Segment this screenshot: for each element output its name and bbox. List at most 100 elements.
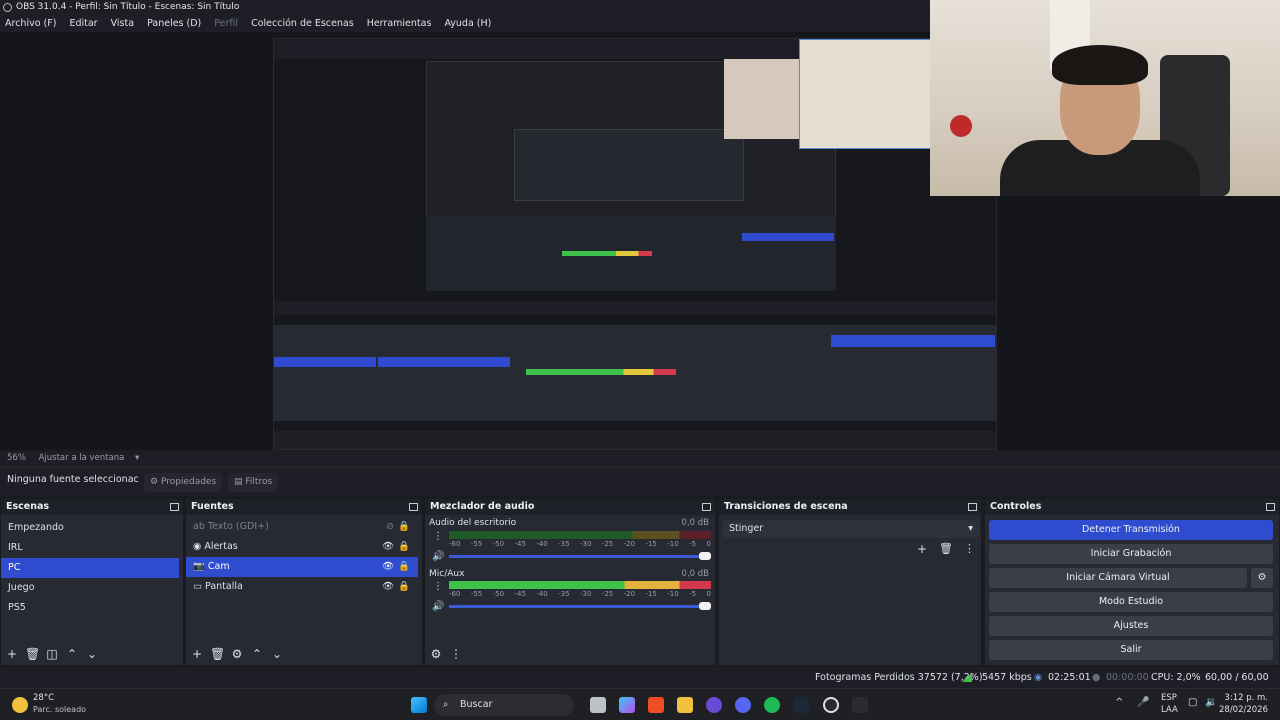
clock-time[interactable]: 3:12 p. m. (1224, 693, 1268, 703)
source-item-alertas[interactable]: ◉ Alertas 👁 🔒 (186, 537, 422, 557)
menu-vista[interactable]: Vista (111, 15, 134, 32)
search-icon: ⌕ (443, 699, 449, 710)
scenes-dock: Escenas Empezando IRL PC Juego PS5 + 🗑 ◫… (0, 498, 184, 666)
source-toolbar: Ninguna fuente seleccionac ⚙ Propiedades… (0, 466, 1280, 496)
undock-icon[interactable] (968, 503, 977, 511)
volume-icon[interactable]: 🔉 (1205, 697, 1217, 708)
scene-item-empezando[interactable]: Empezando (1, 518, 183, 538)
level-meter-mic (449, 581, 711, 589)
scene-item-irl[interactable]: IRL (1, 538, 183, 558)
speaker-icon[interactable]: 🔊 (432, 551, 444, 562)
zoom-mode[interactable]: Ajustar a la ventana (39, 453, 125, 463)
record-time: 00:00:00 (1106, 672, 1149, 683)
menu-coleccion-escenas[interactable]: Colección de Escenas (251, 15, 354, 32)
menu-ayuda[interactable]: Ayuda (H) (444, 15, 491, 32)
trash-icon[interactable]: 🗑 (939, 542, 953, 555)
move-up-icon[interactable]: ⌃ (65, 647, 79, 661)
exit-button[interactable]: Salir (989, 640, 1273, 660)
steam-icon[interactable] (793, 697, 809, 713)
move-down-icon[interactable]: ⌄ (270, 647, 284, 661)
volume-handle[interactable] (699, 552, 711, 560)
lock-icon[interactable]: 🔒 (398, 517, 410, 537)
source-item-cam[interactable]: 📷 Cam 👁 🔒 (186, 557, 418, 577)
folder-icon[interactable] (677, 697, 693, 713)
windows-start-icon[interactable] (411, 697, 427, 713)
chevron-up-icon[interactable]: ^ (1115, 697, 1123, 708)
undock-icon[interactable] (170, 503, 179, 511)
kebab-menu-icon[interactable]: ⋮ (433, 581, 443, 592)
trash-icon[interactable]: 🗑 (25, 647, 40, 661)
undock-icon[interactable] (1266, 503, 1275, 511)
browser-icon: ◉ (193, 541, 202, 552)
app-icon[interactable] (706, 697, 722, 713)
transition-select[interactable]: Stinger ▾ (723, 520, 979, 538)
volume-slider-desktop[interactable] (449, 555, 711, 558)
eye-hidden-icon[interactable]: ⊘ (386, 517, 394, 537)
stream-time: 02:25:01 (1048, 672, 1091, 683)
menu-herramientas[interactable]: Herramientas (367, 15, 432, 32)
filter-icon: ▤ (234, 477, 243, 487)
gear-icon[interactable]: ⚙ (230, 647, 244, 661)
spotify-icon[interactable] (764, 697, 780, 713)
filters-label: Filtros (245, 477, 273, 487)
properties-button[interactable]: ⚙ Propiedades (144, 473, 223, 492)
taskbar-search[interactable]: ⌕ Buscar (434, 694, 574, 716)
scene-item-juego[interactable]: Juego (1, 578, 183, 598)
scenes-title: Escenas (6, 501, 50, 512)
network-icon[interactable]: ▢ (1188, 697, 1197, 708)
kebab-menu-icon[interactable]: ⋮ (964, 542, 975, 555)
language-indicator[interactable]: ESP (1161, 693, 1177, 703)
weather-icon[interactable] (12, 697, 28, 713)
move-down-icon[interactable]: ⌄ (85, 647, 99, 661)
lock-icon[interactable]: 🔒 (398, 577, 410, 597)
copilot-icon[interactable] (619, 697, 635, 713)
kebab-menu-icon[interactable]: ⋮ (433, 531, 443, 542)
microphone-icon[interactable]: 🎤 (1137, 697, 1149, 708)
gear-icon[interactable]: ⚙ (429, 647, 443, 661)
virtual-camera-button[interactable]: Iniciar Cámara Virtual (989, 568, 1247, 588)
gear-icon[interactable]: ⚙ (1251, 568, 1273, 588)
filters-button[interactable]: ▤ Filtros (228, 473, 279, 492)
record-icon: ● (1092, 672, 1101, 683)
eye-icon[interactable]: 👁 (382, 577, 394, 597)
discord-icon[interactable] (735, 697, 751, 713)
settings-button[interactable]: Ajustes (989, 616, 1273, 636)
chevron-down-icon[interactable]: ▾ (135, 453, 139, 463)
undock-icon[interactable] (702, 503, 711, 511)
start-recording-button[interactable]: Iniciar Grabación (989, 544, 1273, 564)
studio-mode-button[interactable]: Modo Estudio (989, 592, 1273, 612)
scene-item-ps5[interactable]: PS5 (1, 598, 183, 618)
add-scene-icon[interactable]: + (5, 647, 19, 661)
file-explorer-icon[interactable] (590, 697, 606, 713)
lock-icon[interactable]: 🔒 (398, 537, 410, 557)
kebab-menu-icon[interactable]: ⋮ (449, 647, 463, 661)
scene-item-pc[interactable]: PC (1, 558, 179, 578)
keyboard-layout[interactable]: LAA (1161, 705, 1178, 715)
trash-icon[interactable]: 🗑 (210, 647, 225, 661)
move-up-icon[interactable]: ⌃ (250, 647, 264, 661)
source-item-texto[interactable]: ab Texto (GDI+) ⊘ 🔒 (186, 517, 422, 537)
brave-icon[interactable] (648, 697, 664, 713)
obs-icon[interactable] (823, 697, 839, 713)
menu-editar[interactable]: Editar (69, 15, 97, 32)
filter-icon[interactable]: ◫ (45, 647, 59, 661)
undock-icon[interactable] (409, 503, 418, 511)
add-transition-icon[interactable]: + (917, 542, 927, 556)
volume-slider-mic[interactable] (449, 605, 711, 608)
eye-icon[interactable]: 👁 (382, 557, 394, 577)
menu-perfil[interactable]: Perfil (214, 15, 238, 32)
menu-paneles[interactable]: Paneles (D) (147, 15, 201, 32)
source-item-pantalla[interactable]: ▭ Pantalla 👁 🔒 (186, 577, 422, 597)
speaker-icon[interactable]: 🔊 (432, 601, 444, 612)
stop-stream-button[interactable]: Detener Transmisión (989, 520, 1273, 540)
controls-dock: Controles Detener Transmisión Iniciar Gr… (984, 498, 1280, 666)
mixer-header: Mezclador de audio (425, 499, 715, 515)
lock-icon[interactable]: 🔒 (398, 557, 410, 577)
add-source-icon[interactable]: + (190, 647, 204, 661)
eye-icon[interactable]: 👁 (382, 537, 394, 557)
volume-handle[interactable] (699, 602, 711, 610)
clock-date[interactable]: 28/02/2026 (1219, 705, 1268, 715)
camera-icon: 📷 (193, 561, 205, 572)
menu-archivo[interactable]: Archivo (F) (5, 15, 56, 32)
audio-app-icon[interactable] (852, 697, 868, 713)
